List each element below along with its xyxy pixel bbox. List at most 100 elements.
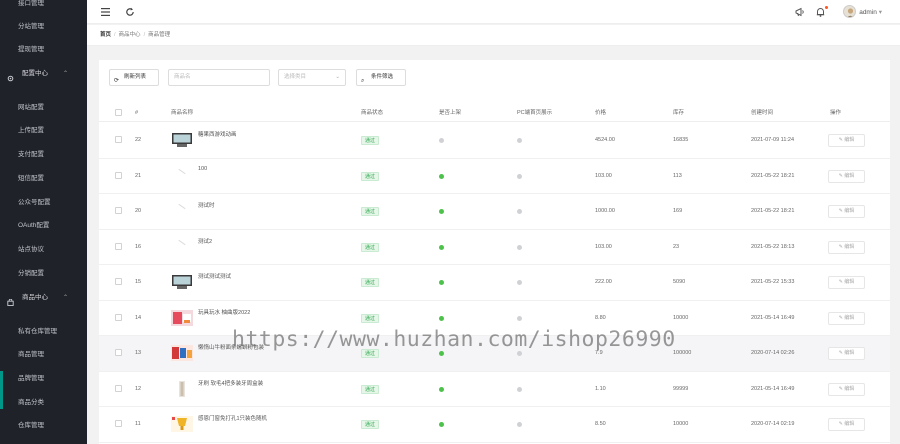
row-id: 16	[135, 243, 142, 250]
select-all-checkbox[interactable]	[115, 109, 122, 116]
row-price: 4524.00	[595, 137, 615, 143]
sidebar-item[interactable]: 公众号配置	[0, 192, 87, 214]
product-thumbnail	[171, 203, 193, 219]
sidebar-item[interactable]: 网站配置	[0, 97, 87, 119]
table-row: 15 测试测试测试 通过 222.00 5090 2021-05-22 15:33 ✎ 编辑	[99, 265, 890, 301]
product-name[interactable]: 糖果西游戏动画	[198, 130, 237, 138]
sidebar-group[interactable]: 配置中心 ⌃	[0, 63, 87, 85]
edit-button[interactable]: ✎ 编辑	[828, 134, 865, 147]
row-created: 2020-07-14 02:19	[751, 421, 795, 427]
sidebar-item[interactable]: 商品管理	[0, 344, 87, 366]
product-name[interactable]: 测试时	[198, 201, 215, 209]
on-shelf-indicator[interactable]	[439, 386, 444, 392]
sidebar-item[interactable]: 商品分类	[0, 392, 87, 414]
refresh-list-button[interactable]: ⟳ 刷新列表	[109, 69, 159, 86]
row-checkbox[interactable]	[115, 242, 122, 250]
sidebar-item[interactable]: 上传配置	[0, 120, 87, 142]
user-name[interactable]: admin ▾	[859, 8, 882, 16]
menu-icon[interactable]	[100, 6, 111, 17]
row-checkbox[interactable]	[115, 171, 122, 179]
pc-home-indicator[interactable]	[517, 386, 522, 392]
edit-button[interactable]: ✎ 编辑	[828, 276, 865, 289]
edit-button[interactable]: ✎ 编辑	[828, 418, 865, 431]
row-checkbox[interactable]	[115, 278, 122, 285]
product-name[interactable]: 测试测试测试	[198, 272, 231, 280]
col-price: 价格	[595, 110, 607, 116]
on-shelf-indicator[interactable]	[439, 209, 444, 214]
category-select[interactable]: 选择类目 ⌄	[278, 69, 346, 86]
on-shelf-indicator[interactable]	[439, 244, 444, 250]
sidebar-item-label: OAuth配置	[18, 222, 50, 229]
breadcrumb-goods-center[interactable]: 商品中心	[119, 32, 141, 38]
row-checkbox[interactable]	[115, 207, 122, 214]
breadcrumb-home[interactable]: 首页	[100, 32, 111, 38]
sidebar-item[interactable]: 接口管理	[0, 0, 87, 15]
row-checkbox[interactable]	[115, 420, 122, 427]
sidebar-item[interactable]: 仓库管理	[0, 415, 87, 437]
row-id: 22	[135, 137, 142, 143]
sidebar-item[interactable]: 私有仓库管理	[0, 321, 87, 343]
edit-button[interactable]: ✎ 编辑	[828, 311, 865, 325]
on-shelf-indicator[interactable]	[439, 280, 444, 285]
product-name[interactable]: 玩具玩水 柚曲版2022	[198, 308, 250, 316]
megaphone-icon[interactable]	[794, 6, 805, 17]
product-name[interactable]: 测试2	[198, 237, 212, 245]
product-name[interactable]: 感恩门窗免打孔1只装色随机	[198, 414, 267, 422]
edit-button[interactable]: ✎ 编辑	[828, 347, 865, 360]
status-badge: 通过	[361, 313, 379, 323]
watermark-text: https://www.huzhan.com/ishop26990	[232, 327, 676, 352]
pc-home-indicator[interactable]	[517, 244, 522, 250]
edit-button[interactable]: ✎ 编辑	[828, 382, 865, 396]
sidebar-item[interactable]: OAuth配置	[0, 215, 87, 237]
edit-button[interactable]: ✎ 编辑	[828, 169, 865, 183]
sidebar-item[interactable]: 分销配置	[0, 263, 87, 285]
on-shelf-indicator[interactable]	[439, 173, 444, 179]
edit-button[interactable]: ✎ 编辑	[828, 205, 865, 218]
avatar[interactable]	[843, 5, 856, 18]
on-shelf-indicator[interactable]	[439, 138, 444, 143]
sidebar-item-label: 分站管理	[18, 23, 44, 30]
row-checkbox[interactable]	[115, 136, 122, 143]
product-name[interactable]: 100	[198, 166, 207, 172]
status-badge: 通过	[361, 420, 379, 429]
pc-home-indicator[interactable]	[517, 209, 522, 214]
sidebar-item-label: 提现管理	[18, 46, 44, 53]
col-created: 创建时间	[751, 110, 774, 116]
pc-home-indicator[interactable]	[517, 173, 522, 179]
sidebar-item[interactable]: 分站管理	[0, 16, 87, 38]
row-checkbox[interactable]	[115, 313, 122, 321]
goods-card: ⟳ 刷新列表 商品名 选择类目 ⌄ ⌕ 条件筛选 # 商品名称 商品状态 是否上架 P…	[99, 60, 890, 444]
table-row: 21 100 通过 103.00 113 2021-05-22 18:21 ✎ 编辑	[99, 159, 890, 194]
row-price: 222.00	[595, 279, 612, 285]
pc-home-indicator[interactable]	[517, 280, 522, 285]
refresh-icon[interactable]	[124, 6, 135, 17]
row-created: 2021-05-22 18:13	[751, 243, 795, 250]
sidebar-item[interactable]: 短信配置	[0, 168, 87, 190]
row-created: 2021-05-22 18:21	[751, 172, 795, 179]
sidebar-item[interactable]: 站点协议	[0, 239, 87, 261]
sidebar-active-indicator	[0, 371, 3, 409]
goods-name-search-input[interactable]: 商品名	[168, 69, 270, 86]
col-on-shelf: 是否上架	[439, 110, 462, 116]
row-checkbox[interactable]	[115, 349, 122, 356]
sidebar-item[interactable]: 品牌管理	[0, 368, 87, 390]
row-stock: 100000	[673, 350, 692, 356]
pc-home-indicator[interactable]	[517, 138, 522, 143]
sidebar-item-label: 配置中心	[22, 70, 48, 77]
row-stock: 23	[673, 243, 680, 250]
filter-button[interactable]: ⌕ 条件筛选	[356, 69, 406, 86]
pc-home-indicator[interactable]	[517, 422, 522, 427]
sidebar-group[interactable]: 商品中心 ⌃	[0, 287, 87, 309]
sidebar-item-label: 商品管理	[18, 351, 44, 358]
on-shelf-indicator[interactable]	[439, 315, 444, 321]
edit-button[interactable]: ✎ 编辑	[828, 240, 865, 254]
product-name[interactable]: 牙刷 软毛4把多装牙周盒装	[198, 379, 263, 387]
pc-home-indicator[interactable]	[517, 315, 522, 321]
row-checkbox[interactable]	[115, 384, 122, 392]
sidebar-item[interactable]: 提现管理	[0, 39, 87, 61]
on-shelf-indicator[interactable]	[439, 422, 444, 427]
table-row: 12 牙刷 软毛4把多装牙周盒装 通过 1.10 99999 2021-05-14 16:…	[99, 372, 890, 407]
row-stock: 10000	[673, 314, 689, 321]
sidebar-item-label: 支付配置	[18, 151, 44, 158]
sidebar-item[interactable]: 支付配置	[0, 144, 87, 166]
